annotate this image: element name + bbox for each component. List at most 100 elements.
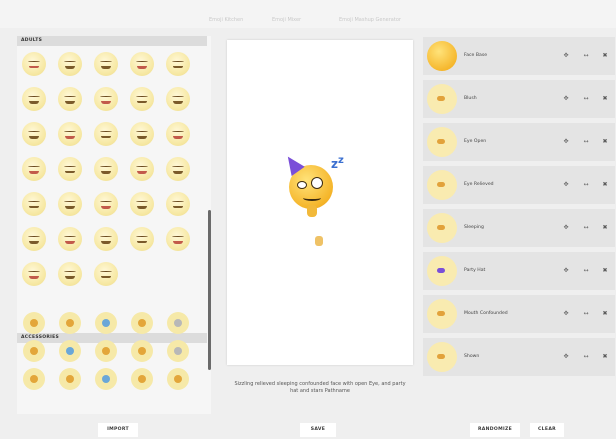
face-emoji-option[interactable] [22, 192, 46, 216]
eye-left [297, 181, 307, 189]
face-emoji-option[interactable] [166, 192, 190, 216]
accessory-option[interactable] [167, 368, 189, 390]
face-emoji-option[interactable] [58, 227, 82, 251]
face-emoji-option[interactable] [22, 87, 46, 111]
face-emoji-option[interactable] [58, 52, 82, 76]
layer-row[interactable]: Eye Open ✥ ↔ ✖ [423, 123, 615, 161]
move-icon[interactable]: ✥ [560, 179, 572, 191]
hand-icon [307, 205, 317, 217]
face-emoji-option[interactable] [94, 227, 118, 251]
face-emoji-option[interactable] [130, 52, 154, 76]
layer-row[interactable]: Mouth Confounded ✥ ↔ ✖ [423, 295, 615, 333]
randomize-button[interactable]: RANDOMIZE [470, 423, 520, 437]
face-emoji-option[interactable] [22, 227, 46, 251]
face-emoji-option[interactable] [166, 87, 190, 111]
face-emoji-option[interactable] [22, 262, 46, 286]
resize-icon[interactable]: ↔ [580, 308, 592, 320]
move-icon[interactable]: ✥ [560, 222, 572, 234]
face-emoji-option[interactable] [58, 157, 82, 181]
face-emoji-option[interactable] [22, 52, 46, 76]
layer-label: Eye Relieved [464, 182, 494, 187]
face-emoji-option[interactable] [58, 262, 82, 286]
accessory-option[interactable] [131, 312, 153, 334]
accessory-option[interactable] [23, 340, 45, 362]
composite-emoji[interactable]: zz [281, 152, 355, 225]
layer-row[interactable]: Shown ✥ ↔ ✖ [423, 338, 615, 376]
resize-icon[interactable]: ↔ [580, 179, 592, 191]
face-emoji-option[interactable] [130, 122, 154, 146]
layer-label: Shown [464, 354, 480, 359]
tab-mashup-generator[interactable]: Emoji Mashup Generator [339, 17, 401, 23]
face-emoji-option[interactable] [94, 122, 118, 146]
delete-icon[interactable]: ✖ [599, 222, 611, 234]
face-emoji-option[interactable] [166, 122, 190, 146]
import-button[interactable]: IMPORT [98, 423, 138, 437]
resize-icon[interactable]: ↔ [580, 93, 592, 105]
accessory-option[interactable] [167, 340, 189, 362]
delete-icon[interactable]: ✖ [599, 93, 611, 105]
delete-icon[interactable]: ✖ [599, 50, 611, 62]
face-emoji-option[interactable] [94, 87, 118, 111]
move-icon[interactable]: ✥ [560, 308, 572, 320]
resize-icon[interactable]: ↔ [580, 136, 592, 148]
accessory-option[interactable] [131, 368, 153, 390]
delete-icon[interactable]: ✖ [599, 308, 611, 320]
save-button[interactable]: SAVE [300, 423, 336, 437]
delete-icon[interactable]: ✖ [599, 265, 611, 277]
face-emoji-option[interactable] [130, 227, 154, 251]
face-emoji-option[interactable] [166, 227, 190, 251]
face-emoji-option[interactable] [58, 87, 82, 111]
layer-row[interactable]: Sleeping ✥ ↔ ✖ [423, 209, 615, 247]
layer-row[interactable]: Blush ✥ ↔ ✖ [423, 80, 615, 118]
accessory-option[interactable] [59, 312, 81, 334]
accessory-option[interactable] [23, 312, 45, 334]
accessory-option[interactable] [59, 368, 81, 390]
face-emoji-option[interactable] [22, 157, 46, 181]
move-icon[interactable]: ✥ [560, 136, 572, 148]
move-icon[interactable]: ✥ [560, 93, 572, 105]
face-emoji-option[interactable] [130, 157, 154, 181]
small-hand-icon[interactable] [315, 236, 323, 246]
accessory-option[interactable] [131, 340, 153, 362]
delete-icon[interactable]: ✖ [599, 351, 611, 363]
face-emoji-option[interactable] [58, 122, 82, 146]
face-emoji-option[interactable] [130, 192, 154, 216]
layer-row[interactable]: Face Base ✥ ↔ ✖ [423, 37, 615, 75]
layers-panel: Face Base ✥ ↔ ✖ Blush ✥ ↔ ✖ Eye Open ✥ ↔… [423, 37, 615, 377]
move-icon[interactable]: ✥ [560, 50, 572, 62]
face-emoji-option[interactable] [94, 157, 118, 181]
palette-scrollbar[interactable] [208, 210, 211, 370]
accessory-option[interactable] [95, 368, 117, 390]
move-icon[interactable]: ✥ [560, 351, 572, 363]
resize-icon[interactable]: ↔ [580, 222, 592, 234]
face-emoji-option[interactable] [94, 262, 118, 286]
face-emoji-option[interactable] [166, 157, 190, 181]
resize-icon[interactable]: ↔ [580, 265, 592, 277]
accessory-option[interactable] [59, 340, 81, 362]
emoji-canvas[interactable]: zz [227, 40, 413, 365]
clear-button[interactable]: CLEAR [530, 423, 564, 437]
tab-emoji-mixer[interactable]: Emoji Mixer [272, 17, 301, 23]
face-emoji-option[interactable] [58, 192, 82, 216]
accessory-option[interactable] [95, 312, 117, 334]
accessory-option[interactable] [95, 340, 117, 362]
move-icon[interactable]: ✥ [560, 265, 572, 277]
face-emoji-option[interactable] [94, 52, 118, 76]
resize-icon[interactable]: ↔ [580, 351, 592, 363]
delete-icon[interactable]: ✖ [599, 136, 611, 148]
eye-right [311, 177, 323, 189]
tab-emoji-kitchen[interactable]: Emoji Kitchen [209, 17, 243, 23]
delete-icon[interactable]: ✖ [599, 179, 611, 191]
face-emoji-option[interactable] [94, 192, 118, 216]
accessory-option[interactable] [23, 368, 45, 390]
accessory-option[interactable] [167, 312, 189, 334]
resize-icon[interactable]: ↔ [580, 50, 592, 62]
layer-row[interactable]: Party Hat ✥ ↔ ✖ [423, 252, 615, 290]
face-emoji-option[interactable] [130, 87, 154, 111]
sleeping-icon [427, 213, 457, 243]
layer-row[interactable]: Eye Relieved ✥ ↔ ✖ [423, 166, 615, 204]
zzz-icon: zz [331, 155, 344, 171]
face-emoji-option[interactable] [166, 52, 190, 76]
face-emoji-option[interactable] [22, 122, 46, 146]
hand-shown-icon [427, 342, 457, 372]
